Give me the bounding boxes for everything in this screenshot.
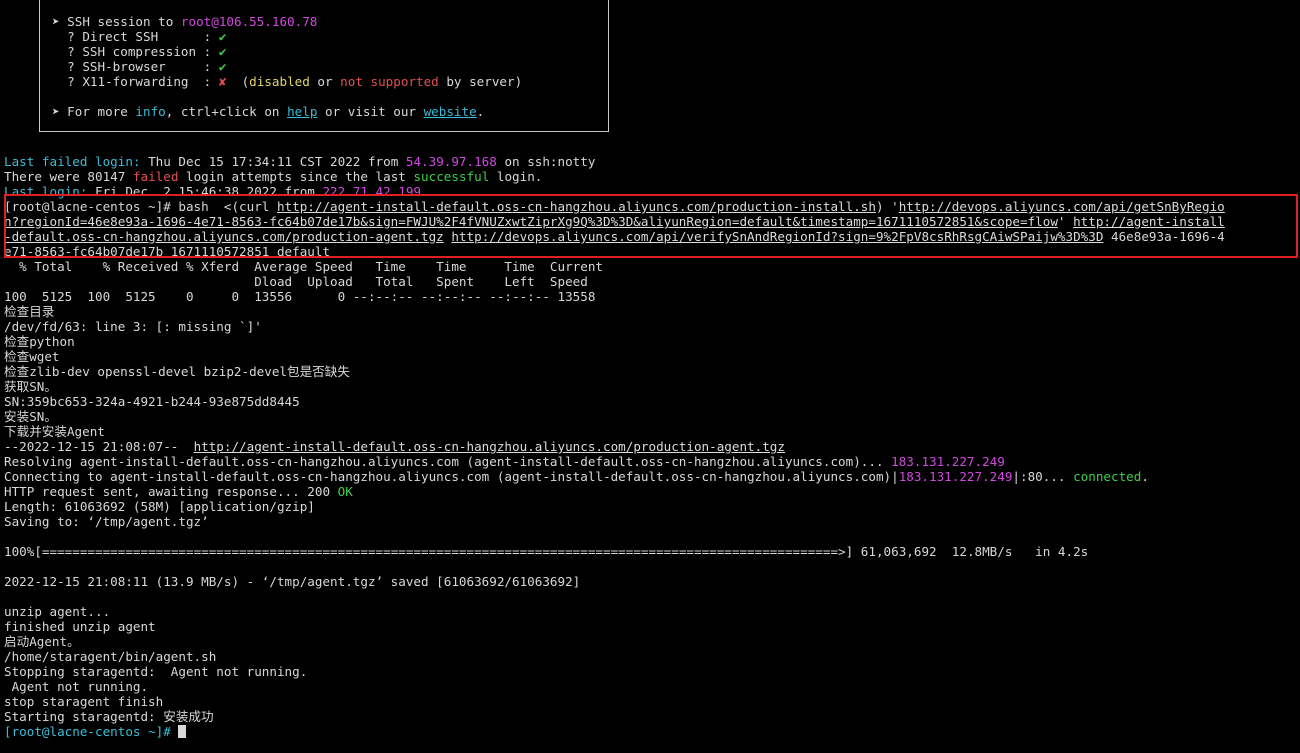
post-stopping: Stopping staragentd: Agent not running. bbox=[4, 664, 308, 679]
wget-length-line: Length: 61063692 (58M) [application/gzip… bbox=[4, 499, 315, 514]
post-agent-path: /home/staragent/bin/agent.sh bbox=[4, 649, 217, 664]
wget-start-line: --2022-12-15 21:08:07-- http://agent-ins… bbox=[4, 439, 785, 454]
output-check-dir: 检查目录 bbox=[4, 304, 55, 319]
command-line-1: [root@lacne-centos ~]# bash <(curl http:… bbox=[4, 199, 1225, 214]
failed-attempts-line: There were 80147 failed login attempts s… bbox=[4, 169, 543, 184]
shell-prompt: [root@lacne-centos ~]# bbox=[4, 199, 179, 214]
agent-tgz-link[interactable]: http://agent-install bbox=[1073, 214, 1225, 229]
wget-progress-bar: 100%[===================================… bbox=[4, 544, 1089, 559]
terminal-cursor bbox=[178, 725, 187, 738]
output-fd-error: /dev/fd/63: line 3: [: missing `]' bbox=[4, 319, 262, 334]
post-unzip: unzip agent... bbox=[4, 604, 111, 619]
command-line-2: n?regionId=46e8e93a-1696-4e71-8563-fc64b… bbox=[4, 214, 1225, 229]
wget-resolving-line: Resolving agent-install-default.oss-cn-h… bbox=[4, 454, 1005, 469]
output-get-sn: 获取SN。 bbox=[4, 379, 57, 394]
wget-saving-line: Saving to: ‘/tmp/agent.tgz’ bbox=[4, 514, 209, 529]
output-check-libs: 检查zlib-dev openssl-devel bzip2-devel包是否缺… bbox=[4, 364, 350, 379]
post-start-agent: 启动Agent。 bbox=[4, 634, 80, 649]
final-prompt-line[interactable]: [root@lacne-centos ~]# bbox=[4, 724, 1300, 739]
curl-header-2: Dload Upload Total Spent Left Speed bbox=[4, 274, 588, 289]
output-download-agent: 下载并安装Agent bbox=[4, 424, 105, 439]
post-finished-unzip: finished unzip agent bbox=[4, 619, 156, 634]
post-starting: Starting staragentd: 安装成功 bbox=[4, 709, 214, 724]
wget-url-link[interactable]: http://agent-install-default.oss-cn-hang… bbox=[194, 439, 785, 454]
post-not-running: Agent not running. bbox=[4, 679, 149, 694]
curl-header-1: % Total % Received % Xferd Average Speed… bbox=[4, 259, 603, 274]
last-login-line: Last login: Fri Dec 2 15:46:38 2022 from… bbox=[4, 184, 422, 199]
command-line-4: e71-8563-fc64b07de17b 1671110572851 defa… bbox=[4, 244, 331, 259]
wget-connecting-line: Connecting to agent-install-default.oss-… bbox=[4, 469, 1149, 484]
prompt-user-host: root@lacne-centos ~ bbox=[11, 724, 156, 739]
output-check-python: 检查python bbox=[4, 334, 75, 349]
terminal-output[interactable]: Last failed login: Thu Dec 15 17:34:11 C… bbox=[4, 4, 1300, 739]
last-failed-login-line: Last failed login: Thu Dec 15 17:34:11 C… bbox=[4, 154, 596, 169]
install-script-link[interactable]: http://agent-install-default.oss-cn-hang… bbox=[277, 199, 876, 214]
command-line-3: -default.oss-cn-hangzhou.aliyuncs.com/pr… bbox=[4, 229, 1225, 244]
output-check-wget: 检查wget bbox=[4, 349, 60, 364]
wget-saved-line: 2022-12-15 21:08:11 (13.9 MB/s) - ‘/tmp/… bbox=[4, 574, 581, 589]
curl-progress-row: 100 5125 100 5125 0 0 13556 0 --:--:-- -… bbox=[4, 289, 596, 304]
agent-tgz-link-cont[interactable]: -default.oss-cn-hangzhou.aliyuncs.com/pr… bbox=[4, 229, 444, 244]
banner-spacer bbox=[4, 4, 1300, 154]
post-stop-finish: stop staragent finish bbox=[4, 694, 164, 709]
wget-http-line: HTTP request sent, awaiting response... … bbox=[4, 484, 353, 499]
get-sn-link-cont[interactable]: n?regionId=46e8e93a-1696-4e71-8563-fc64b… bbox=[4, 214, 1058, 229]
verify-sn-link[interactable]: http://devops.aliyuncs.com/api/verifySnA… bbox=[451, 229, 1103, 244]
output-install-sn: 安装SN。 bbox=[4, 409, 57, 424]
output-sn-value: SN:359bc653-324a-4921-b244-93e875dd8445 bbox=[4, 394, 300, 409]
get-sn-link[interactable]: http://devops.aliyuncs.com/api/getSnByRe… bbox=[899, 199, 1225, 214]
